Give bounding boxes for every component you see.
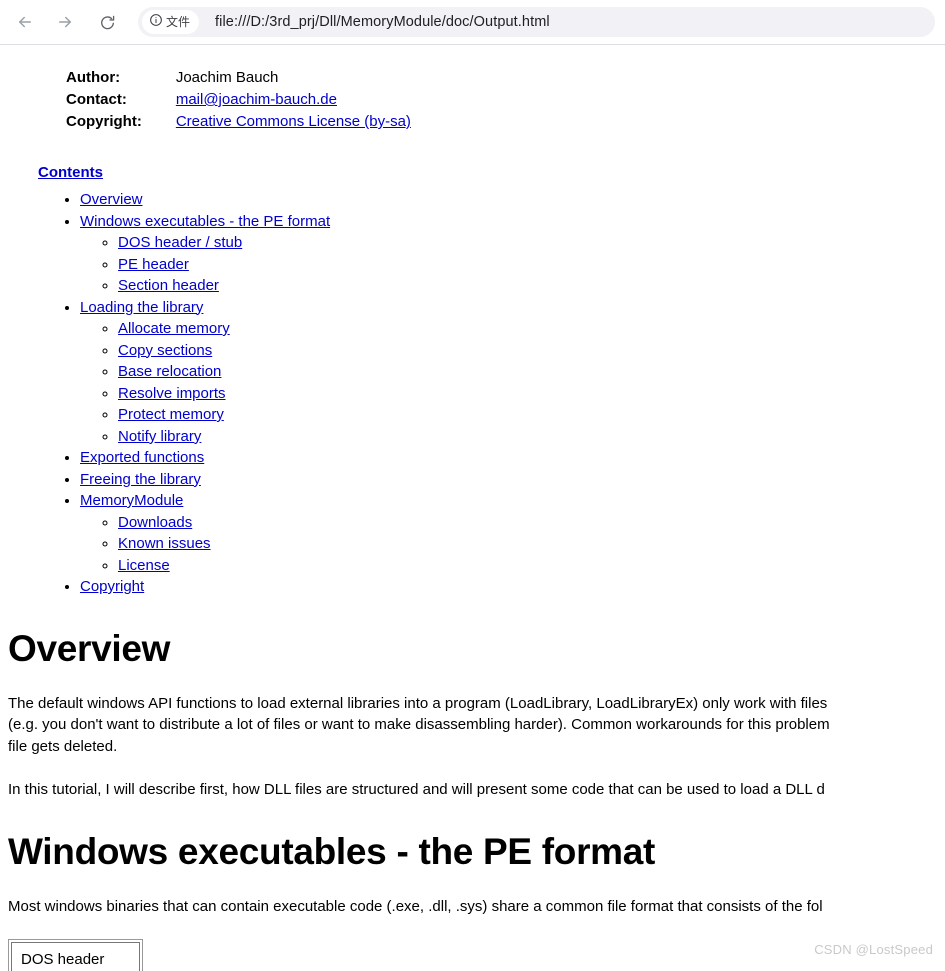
toc-item: Freeing the library bbox=[80, 469, 945, 491]
contents-heading-link[interactable]: Contents bbox=[38, 164, 103, 181]
back-button[interactable] bbox=[8, 5, 42, 39]
toc-subitem: License bbox=[118, 555, 945, 577]
toc-sublink[interactable]: License bbox=[118, 557, 170, 574]
toc-subitem: DOS header / stub bbox=[118, 232, 945, 254]
toc-subitem: PE header bbox=[118, 254, 945, 276]
toc-item: Loading the library Allocate memory Copy s… bbox=[80, 297, 945, 448]
metadata-value: Creative Commons License (by-sa) bbox=[176, 111, 411, 133]
metadata-value: mail@joachim-bauch.de bbox=[176, 89, 411, 111]
toc-sublink[interactable]: Downloads bbox=[118, 514, 192, 531]
toc-sublink[interactable]: Notify library bbox=[118, 428, 201, 445]
address-bar[interactable]: 文件 file:///D:/3rd_prj/Dll/MemoryModule/d… bbox=[138, 7, 935, 37]
page-title-overview: Overview bbox=[8, 627, 171, 669]
toc-subitem: Known issues bbox=[118, 533, 945, 555]
toc-item: Windows executables - the PE format DOS h… bbox=[80, 211, 945, 297]
site-info-label: 文件 bbox=[166, 15, 191, 29]
toc-subitem: Copy sections bbox=[118, 340, 945, 362]
metadata-key: Author: bbox=[66, 69, 121, 86]
toc-item: Copyright bbox=[80, 576, 945, 598]
browser-toolbar: 文件 file:///D:/3rd_prj/Dll/MemoryModule/d… bbox=[0, 0, 945, 45]
toc-subitem: Protect memory bbox=[118, 404, 945, 426]
contents-heading: Contents bbox=[38, 164, 945, 181]
arrow-right-icon bbox=[56, 13, 74, 31]
toc-link[interactable]: Loading the library bbox=[80, 299, 203, 316]
toc-item: Exported functions bbox=[80, 447, 945, 469]
toc-sublist: Downloads Known issues License bbox=[80, 512, 945, 577]
site-info-chip[interactable]: 文件 bbox=[142, 10, 200, 34]
toc-sublist: Allocate memory Copy sections Base relocat… bbox=[80, 318, 945, 447]
toc-link[interactable]: Freeing the library bbox=[80, 471, 201, 488]
metadata-value: Joachim Bauch bbox=[175, 69, 279, 86]
toc-sublink[interactable]: DOS header / stub bbox=[118, 234, 242, 251]
table-row: Contact: mail@joachim-bauch.de bbox=[66, 89, 411, 111]
arrow-left-icon bbox=[16, 13, 34, 31]
toc-subitem: Section header bbox=[118, 275, 945, 297]
reload-icon bbox=[99, 14, 116, 31]
toc-sublink[interactable]: PE header bbox=[118, 256, 189, 273]
page-viewport: Author: Joachim Bauch Contact: mail@joac… bbox=[0, 45, 945, 971]
metadata-rows: Author: Joachim Bauch Contact: mail@joac… bbox=[66, 67, 411, 133]
toc-sublist: DOS header / stub PE header Section header bbox=[80, 232, 945, 297]
toc-item: MemoryModule Downloads Known issues License bbox=[80, 490, 945, 576]
table-row: Copyright: Creative Commons License (by-… bbox=[66, 111, 411, 133]
toc-sublink[interactable]: Protect memory bbox=[118, 406, 224, 423]
info-circle-icon bbox=[149, 13, 163, 32]
copyright-license-link[interactable]: Creative Commons License (by-sa) bbox=[176, 113, 411, 130]
pe-layout-diagram: DOS header bbox=[8, 939, 143, 971]
table-row: Author: Joachim Bauch bbox=[66, 67, 411, 89]
document-body: Author: Joachim Bauch Contact: mail@joac… bbox=[0, 45, 945, 971]
metadata-key: Contact: bbox=[66, 91, 127, 108]
toc-item: Overview bbox=[80, 189, 945, 211]
toc-sublink[interactable]: Section header bbox=[118, 277, 219, 294]
toc-sublink[interactable]: Allocate memory bbox=[118, 320, 230, 337]
toc-sublink[interactable]: Copy sections bbox=[118, 342, 212, 359]
toc-link[interactable]: Exported functions bbox=[80, 449, 204, 466]
toc-link[interactable]: Copyright bbox=[80, 578, 144, 595]
toc-link[interactable]: Windows executables - the PE format bbox=[80, 213, 330, 230]
toc-subitem: Resolve imports bbox=[118, 383, 945, 405]
dos-header-box: DOS header bbox=[11, 942, 140, 971]
toc-sublink[interactable]: Base relocation bbox=[118, 363, 221, 380]
pe-format-paragraph-1: Most windows binaries that can contain e… bbox=[8, 897, 823, 915]
document-metadata: Author: Joachim Bauch Contact: mail@joac… bbox=[66, 67, 411, 133]
contact-email-link[interactable]: mail@joachim-bauch.de bbox=[176, 91, 337, 108]
reload-button[interactable] bbox=[90, 5, 124, 39]
table-of-contents: Overview Windows executables - the PE for… bbox=[0, 189, 945, 598]
metadata-key: Copyright: bbox=[66, 113, 142, 130]
toc-subitem: Notify library bbox=[118, 426, 945, 448]
forward-button[interactable] bbox=[48, 5, 82, 39]
toc-sublink[interactable]: Resolve imports bbox=[118, 385, 226, 402]
toc-link[interactable]: MemoryModule bbox=[80, 492, 183, 509]
overview-paragraph-1: The default windows API functions to loa… bbox=[8, 694, 830, 755]
url-text[interactable]: file:///D:/3rd_prj/Dll/MemoryModule/doc/… bbox=[215, 14, 550, 30]
toc-sublink[interactable]: Known issues bbox=[118, 535, 211, 552]
watermark: CSDN @LostSpeed bbox=[814, 942, 933, 957]
page-title-pe-format: Windows executables - the PE format bbox=[8, 830, 656, 872]
toc-subitem: Base relocation bbox=[118, 361, 945, 383]
overview-paragraph-2: In this tutorial, I will describe first,… bbox=[8, 781, 825, 798]
toc-link[interactable]: Overview bbox=[80, 191, 143, 208]
toc-subitem: Downloads bbox=[118, 512, 945, 534]
toc-subitem: Allocate memory bbox=[118, 318, 945, 340]
